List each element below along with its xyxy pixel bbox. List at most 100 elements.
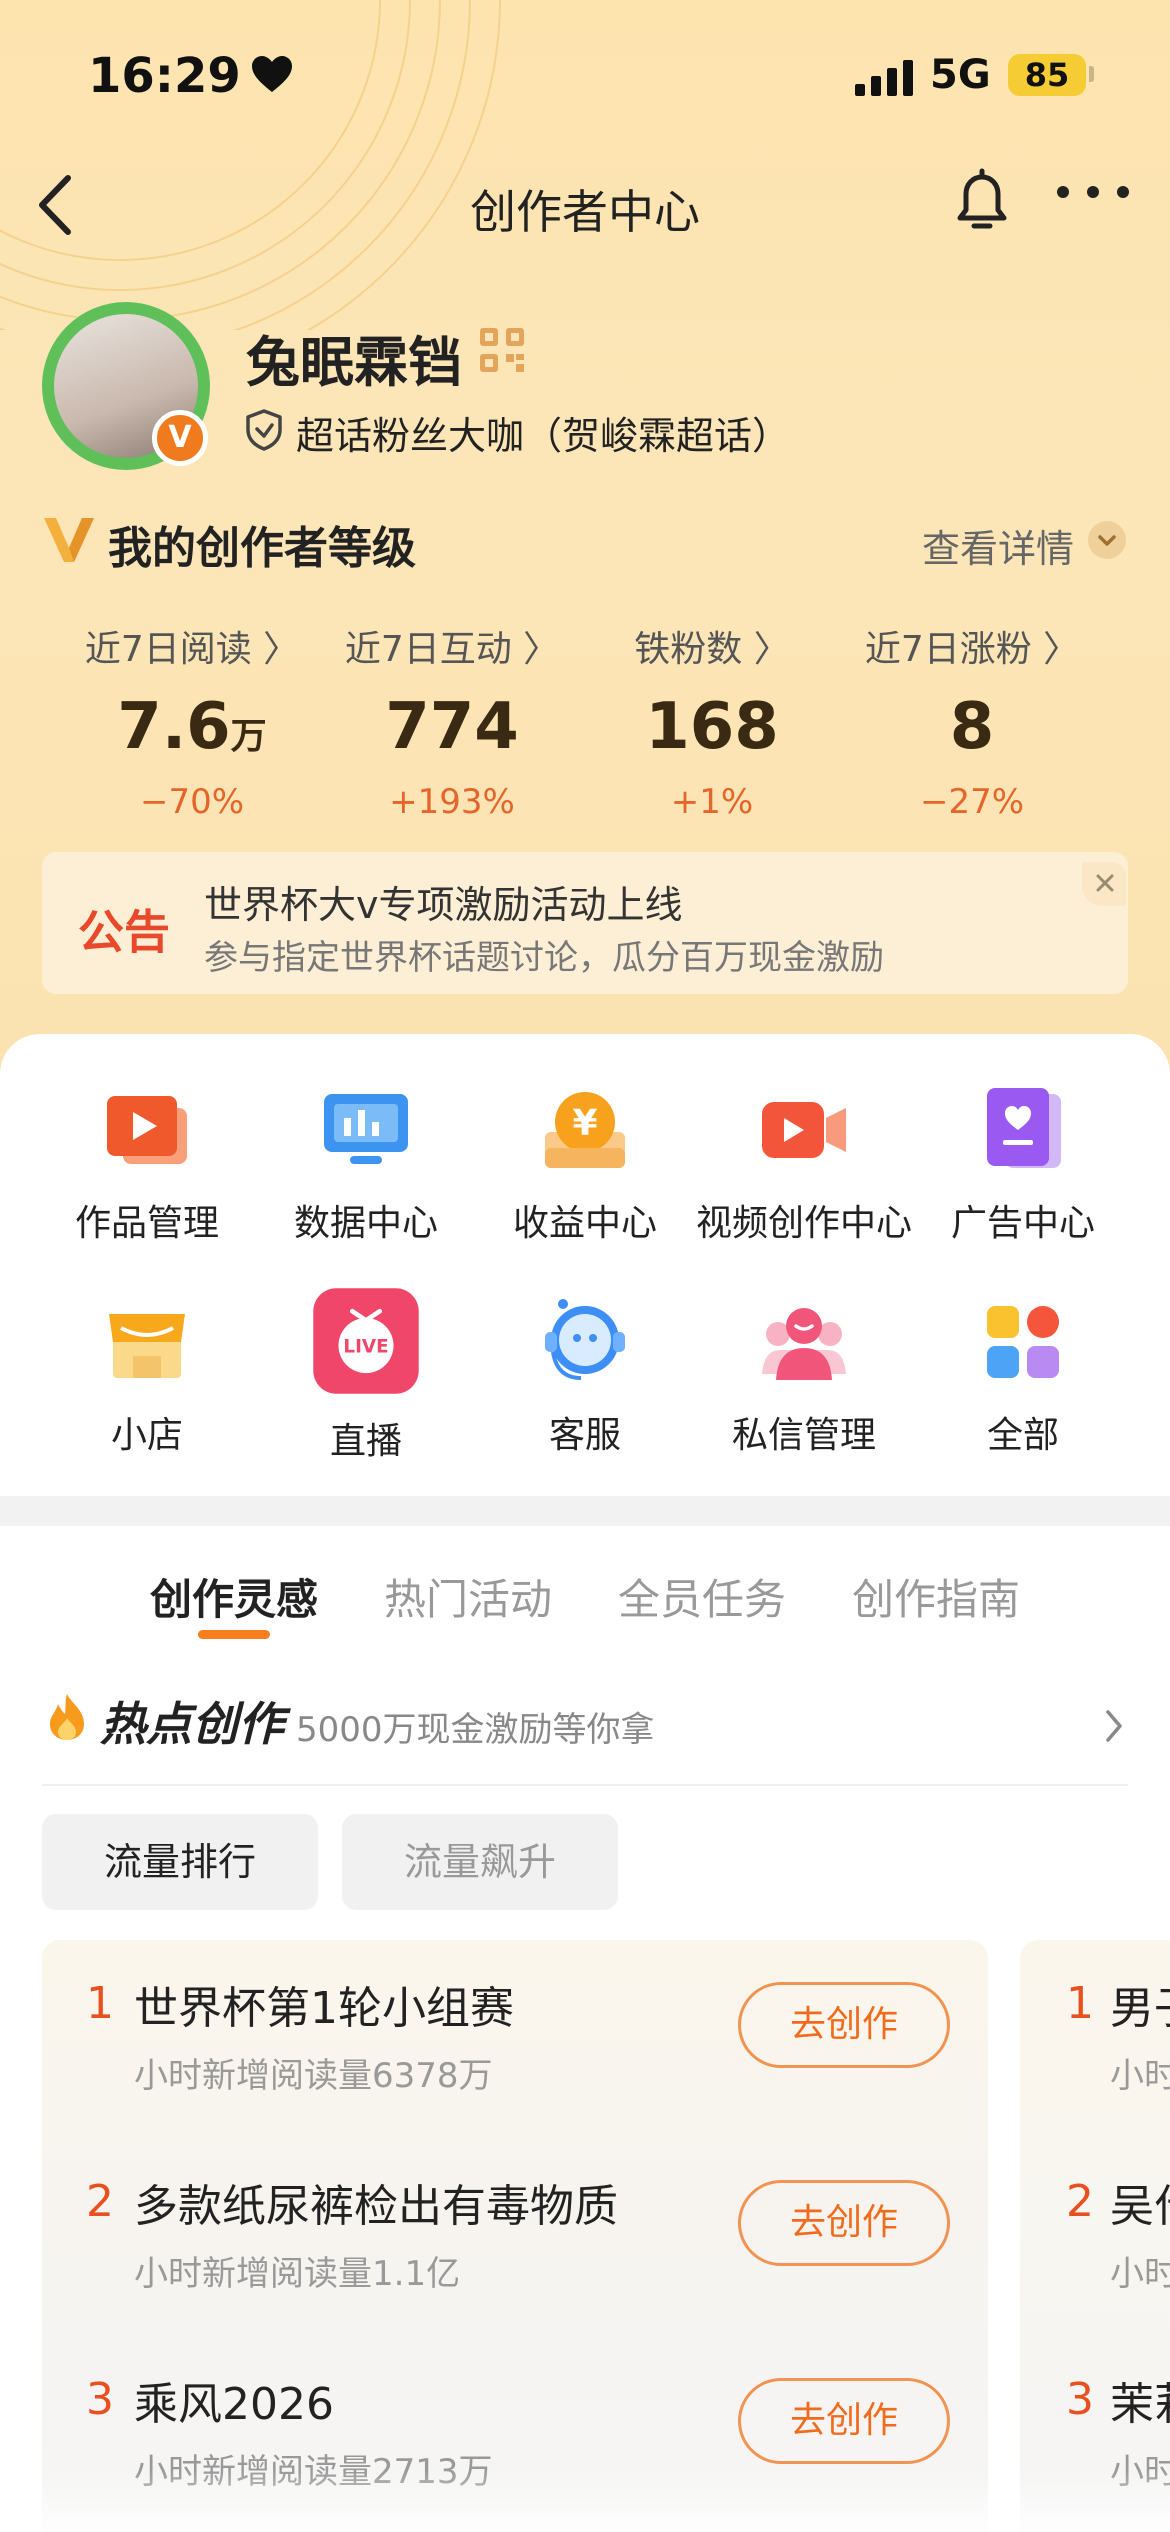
stat-label: 铁粉数 〉 [634,629,790,670]
list-item[interactable]: 1 世界杯第1轮小组赛 小时新增阅读量6378万 去创作 [42,1940,988,2120]
rank-number: 1 [86,1978,114,2029]
stat-change: +1% [670,782,754,822]
bottom-fade [0,2470,1170,2532]
network-type: 5G [930,52,991,98]
message-icon [762,1308,846,1380]
heart-icon [252,56,292,92]
username[interactable]: 兔眠霖铛 [246,318,462,397]
tool-message-management[interactable]: 私信管理 [689,1294,919,1458]
data-icon [324,1094,408,1164]
stat-7day-reads[interactable]: 近7日阅读 〉 7.6万 −70% [62,620,322,822]
tool-label: 视频创作中心 [695,1203,912,1244]
verified-badge-icon: V [152,410,208,466]
hot-creation-subtitle[interactable]: 5000万现金激励等你拿 [296,1702,655,1751]
list-item[interactable]: 2 多款纸尿裤检出有毒物质 小时新增阅读量1.1亿 去创作 [42,2138,988,2318]
fan-title[interactable]: 超话粉丝大咖（贺峻霖超话） [296,405,790,460]
tool-label: 收益中心 [512,1203,657,1244]
tool-label: 数据中心 [293,1203,438,1244]
rank-number: 3 [86,2374,114,2425]
rank-subtitle: 小时 [1110,2056,1170,2096]
tab-creation-inspiration[interactable]: 创作灵感 [150,1566,318,1627]
qr-code-icon[interactable] [478,326,526,374]
tool-works-management[interactable]: 作品管理 [32,1082,262,1246]
tool-video-creation-center[interactable]: 视频创作中心 [689,1082,919,1246]
tab-all-tasks[interactable]: 全员任务 [618,1566,786,1627]
stat-change: −27% [919,782,1025,822]
tool-label: 直播 [329,1421,402,1462]
rank-subtitle: 小时新增阅读量1.1亿 [134,2254,461,2294]
more-icon[interactable] [1055,180,1131,204]
stat-value: 774 [385,690,519,764]
tool-income-center[interactable]: ¥ 收益中心 [470,1082,700,1246]
tool-shop[interactable]: 小店 [32,1294,262,1458]
stat-value: 7.6万 [117,690,267,764]
tab-active-indicator [198,1630,270,1639]
tool-customer-service[interactable]: 客服 [470,1294,700,1458]
filter-traffic-ranking[interactable]: 流量排行 [42,1814,318,1910]
income-icon: ¥ [545,1092,625,1168]
stat-change: −70% [139,782,245,822]
announcement-banner[interactable]: 公告 世界杯大v专项激励活动上线 参与指定世界杯话题讨论，瓜分百万现金激励 [42,852,1128,994]
stat-value: 8 [949,690,995,764]
stat-value: 168 [645,690,779,764]
close-icon[interactable] [1082,862,1126,906]
tool-label: 私信管理 [731,1415,876,1456]
tool-label: 全部 [986,1415,1059,1456]
ranking-list-next[interactable]: 1 男子 小时 2 吴什 小时 3 茉莉 小时 [1020,1940,1170,2532]
hot-creation-title[interactable]: 热点创作 [100,1688,284,1754]
battery-indicator: 85 [1008,54,1086,96]
creator-tools-panel: 作品管理 数据中心 ¥ 收益中心 视频创作中心 广告中心 小店 LIVE 直播 … [0,1034,1170,1496]
rank-number: 2 [1066,2176,1094,2227]
all-icon [987,1306,1059,1378]
announcement-tag: 公告 [78,905,170,959]
view-details-link[interactable]: 查看详情 [922,518,1074,573]
ad-icon [987,1088,1061,1168]
tool-data-center[interactable]: 数据中心 [251,1082,481,1246]
svg-text:¥: ¥ [572,1103,597,1144]
filter-traffic-surge[interactable]: 流量飙升 [342,1814,618,1910]
go-create-button[interactable]: 去创作 [738,1982,950,2068]
stat-unit: 万 [230,716,267,757]
creator-level-icon [44,518,94,562]
works-icon [107,1096,187,1164]
tab-creation-guide[interactable]: 创作指南 [852,1566,1020,1627]
chevron-down-icon[interactable] [1088,521,1126,559]
fire-icon [50,1694,84,1740]
rank-title: 吴什 [1110,2181,1170,2232]
rank-number: 3 [1066,2374,1094,2425]
tool-label: 客服 [548,1415,621,1456]
tool-label: 小店 [110,1415,183,1456]
rank-number: 2 [86,2176,114,2227]
ranking-list: 1 世界杯第1轮小组赛 小时新增阅读量6378万 去创作 2 多款纸尿裤检出有毒… [42,1940,988,2532]
inspiration-section: 创作灵感 热门活动 全员任务 创作指南 热点创作 5000万现金激励等你拿 流量… [0,1526,1170,2532]
shop-icon [109,1314,185,1378]
stat-7day-new-fans[interactable]: 近7日涨粉 〉 8 −27% [842,620,1102,822]
go-create-button[interactable]: 去创作 [738,2180,950,2266]
stat-7day-interactions[interactable]: 近7日互动 〉 774 +193% [322,620,582,822]
tool-label: 作品管理 [74,1203,219,1244]
rank-subtitle: 小时 [1110,2254,1170,2294]
divider [42,1784,1128,1786]
tool-all[interactable]: 全部 [908,1294,1138,1458]
tool-ad-center[interactable]: 广告中心 [908,1082,1138,1246]
rank-number: 1 [1066,1978,1094,2029]
list-item[interactable]: 1 男子 小时 [1020,1940,1170,2120]
list-item[interactable]: 2 吴什 小时 [1020,2138,1170,2318]
signal-icon [855,60,913,96]
shield-icon [246,409,282,451]
tab-hot-activities[interactable]: 热门活动 [384,1566,552,1627]
stat-label: 近7日阅读 〉 [84,629,300,670]
tool-live[interactable]: LIVE 直播 [251,1288,481,1464]
stat-label: 近7日涨粉 〉 [864,629,1080,670]
rank-title: 多款纸尿裤检出有毒物质 [134,2181,618,2232]
stat-iron-fans[interactable]: 铁粉数 〉 168 +1% [582,620,842,822]
chevron-right-icon[interactable] [1102,1706,1126,1746]
tool-label: 广告中心 [950,1203,1095,1244]
svg-text:LIVE: LIVE [343,1336,388,1357]
announcement-subtitle: 参与指定世界杯话题讨论，瓜分百万现金激励 [204,938,884,978]
rank-title: 世界杯第1轮小组赛 [134,1983,514,2034]
bell-icon[interactable] [950,168,1014,236]
rank-subtitle: 小时新增阅读量6378万 [134,2056,493,2096]
battery-tip [1089,66,1094,82]
go-create-button[interactable]: 去创作 [738,2378,950,2464]
